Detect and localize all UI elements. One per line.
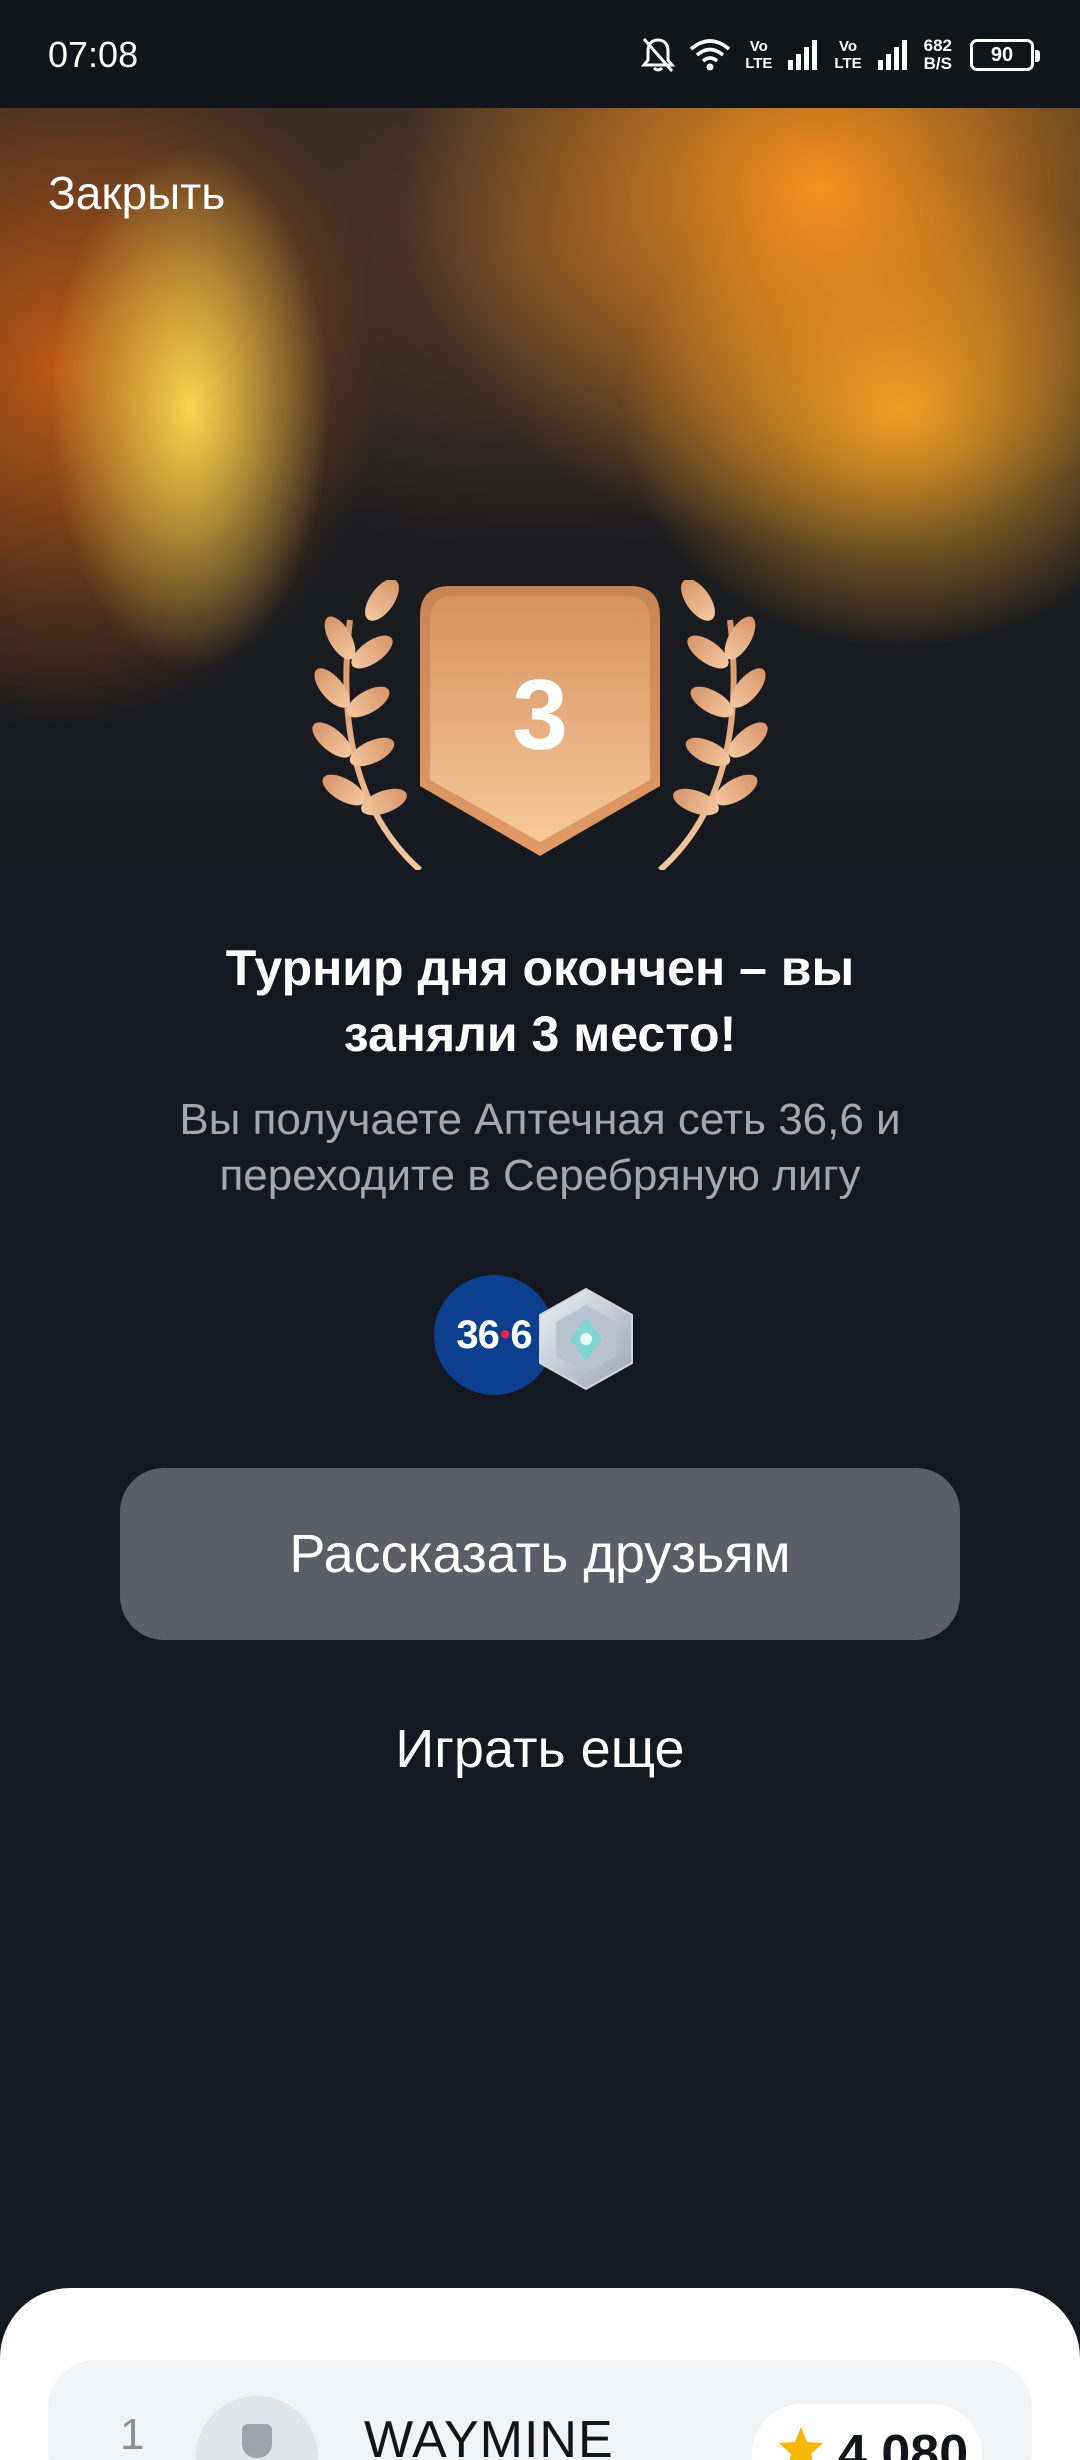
play-again-button[interactable]: Играть еще: [290, 1718, 790, 1780]
volte-label-bottom: LTE: [745, 55, 773, 72]
close-button[interactable]: Закрыть: [48, 166, 225, 220]
bell-off-icon: [641, 36, 676, 74]
place-number: 3: [512, 659, 568, 771]
avatar-placeholder-icon: [242, 2424, 272, 2458]
leaderboard-sheet[interactable]: 1 WAYMINE 4 080: [0, 2288, 1080, 2460]
laurel-left-icon: [312, 580, 422, 870]
avatar: [196, 2396, 318, 2460]
leaderboard-player-name: WAYMINE: [364, 2411, 614, 2460]
volte-indicator: Vo LTE: [745, 38, 772, 72]
network-speed-unit: B/S: [923, 54, 952, 73]
leaderboard-row[interactable]: 1 WAYMINE 4 080: [48, 2360, 1032, 2460]
status-icons: Vo LTE Vo LTE 682 B/S 90: [641, 30, 1040, 80]
star-icon: [779, 2427, 823, 2460]
wifi-icon: [689, 38, 731, 72]
silver-league-icon: [539, 1287, 633, 1391]
volte-indicator-2: Vo LTE: [834, 38, 861, 72]
leaderboard-rank: 1: [120, 2410, 145, 2459]
status-bar: 07:08 Vo LTE Vo LTE 682 B/S 90: [0, 0, 1080, 108]
signal-icon: [786, 38, 820, 72]
laurel-right-icon: [658, 580, 768, 870]
place-badge: 3: [300, 570, 780, 870]
battery-level: 90: [990, 43, 1014, 66]
volte-label-top: Vo: [838, 38, 858, 55]
volte-label-bottom: LTE: [834, 55, 862, 72]
reward-icons: 36 • 6: [434, 1275, 634, 1397]
status-time: 07:08: [48, 34, 139, 75]
battery-icon: 90: [970, 39, 1040, 71]
result-title: Турнир дня окончен – вы заняли 3 место!: [225, 940, 855, 1062]
signal-icon: [876, 38, 910, 72]
result-subtitle: Вы получаете Аптечная сеть 36,6 и перехо…: [179, 1095, 901, 1200]
partner-logo-right: 6: [510, 1312, 532, 1357]
score-badge: 4 080: [752, 2404, 982, 2460]
partner-logo-left: 36: [456, 1312, 499, 1357]
score-value: 4 080: [838, 2425, 969, 2460]
share-button[interactable]: Рассказать друзьям: [120, 1468, 960, 1640]
network-speed-value: 682: [923, 36, 952, 55]
network-speed: 682 B/S: [924, 37, 952, 73]
volte-label-top: Vo: [749, 38, 768, 55]
